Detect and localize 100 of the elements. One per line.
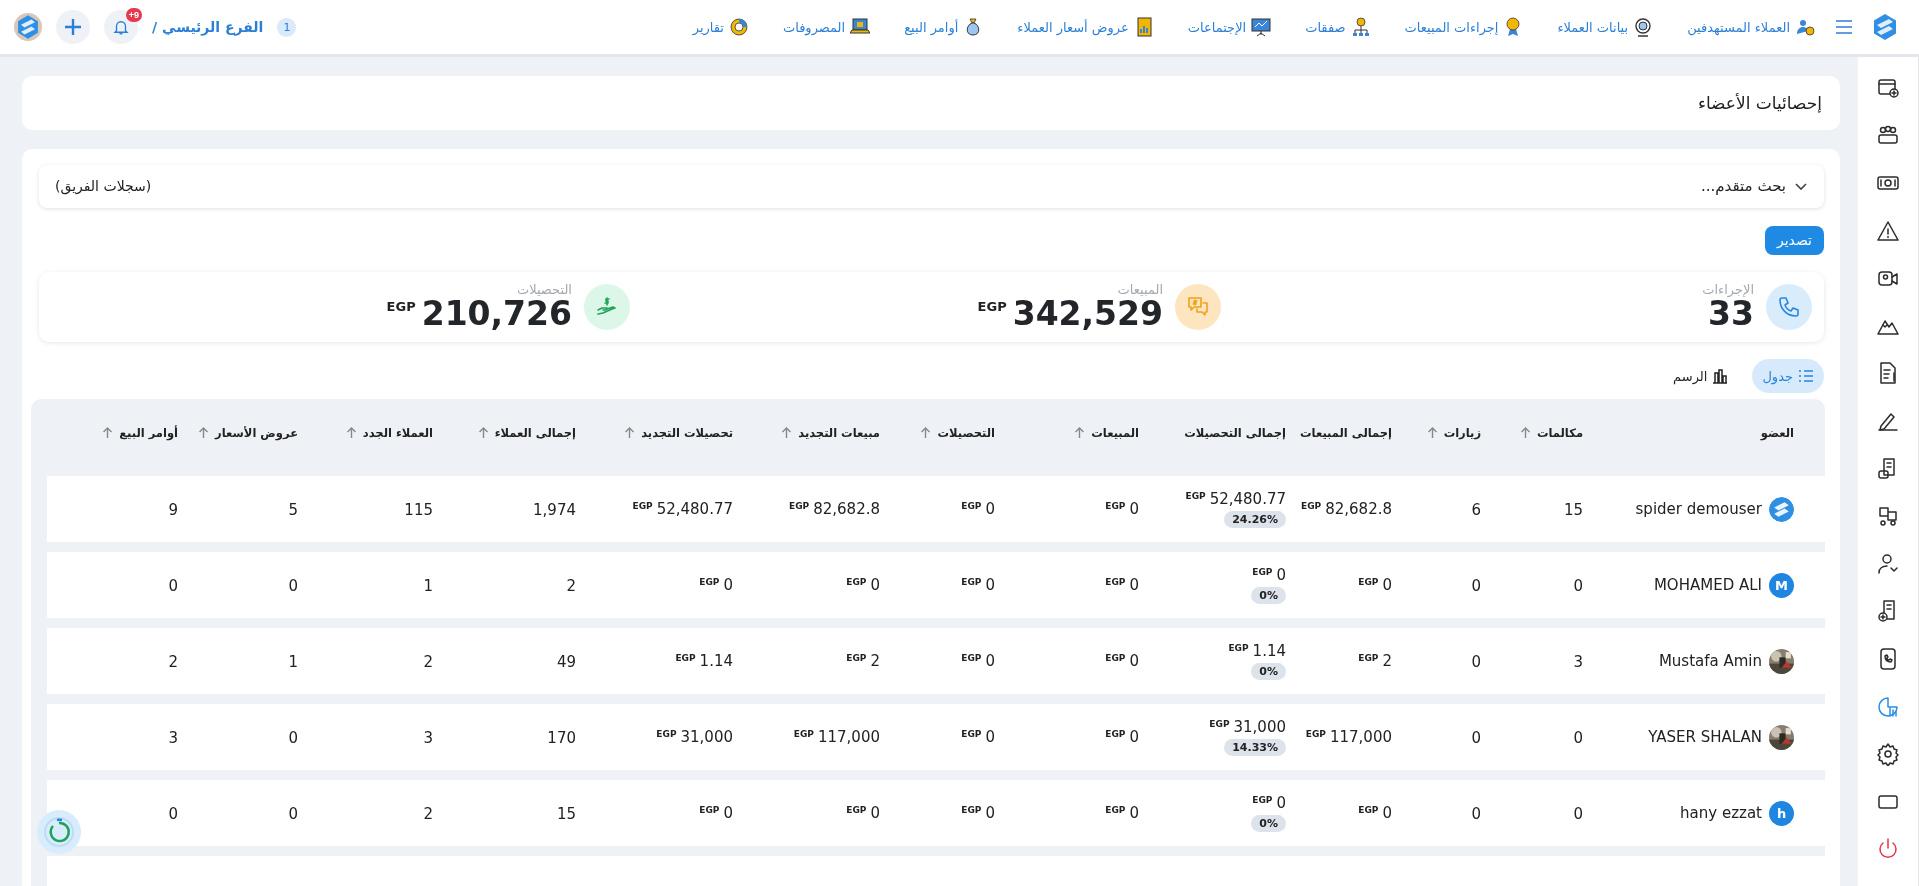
currency-label: EGP <box>1252 567 1273 577</box>
table-cell: 0 <box>1129 576 1139 594</box>
currency-label: EGP <box>1358 805 1379 815</box>
column-header[interactable]: تحصيلات التجديد <box>576 425 733 440</box>
table-cell: 0 <box>1471 728 1481 747</box>
currency-label: EGP <box>961 729 982 739</box>
table-cell: 9 <box>168 500 178 519</box>
bell-icon <box>112 18 130 36</box>
table-cell: 2 <box>1382 652 1392 670</box>
table-cell: 117,000 <box>1329 728 1392 746</box>
nav-link[interactable]: الإجتماعات <box>1187 17 1272 37</box>
branch-name[interactable]: الفرع الرئيسي / <box>152 19 264 35</box>
currency-label: EGP <box>1185 491 1206 501</box>
column-header[interactable]: زيارات <box>1392 425 1481 440</box>
currency-label: EGP <box>961 805 982 815</box>
table-cell: 0 <box>870 576 880 594</box>
sort-icon[interactable] <box>345 426 357 439</box>
sort-icon[interactable] <box>1074 426 1086 439</box>
table-cell: 2 <box>870 652 880 670</box>
currency-label: EGP <box>1358 653 1379 663</box>
sort-icon[interactable] <box>102 426 114 439</box>
sort-icon[interactable] <box>624 426 636 439</box>
currency-label: EGP <box>961 501 982 511</box>
currency-label: EGP <box>977 298 1007 314</box>
add-button[interactable] <box>56 10 90 44</box>
table-cell: 0 <box>985 804 995 822</box>
column-header[interactable]: أوامر البيع <box>59 425 178 440</box>
table-cell: 82,682.8 <box>1325 500 1392 518</box>
nav-link[interactable]: إجراءات المبيعات <box>1404 17 1524 37</box>
logo-avatar[interactable] <box>14 13 42 41</box>
table-cell: 2 <box>423 652 433 671</box>
currency-label: EGP <box>1105 501 1126 511</box>
list-icon <box>1798 368 1814 384</box>
nav-link[interactable]: تقارير <box>692 17 749 37</box>
nav-link[interactable]: العملاء المستهدفين <box>1687 17 1815 37</box>
column-header[interactable]: المبيعات <box>995 425 1139 440</box>
column-header[interactable]: مكالمات <box>1481 425 1583 440</box>
table-cell: 0 <box>288 728 298 747</box>
member-name: MOHAMED ALI <box>1653 576 1762 594</box>
percent-tag: 14.33% <box>1224 739 1286 756</box>
search-scope: (سجلات الفريق) <box>55 178 152 195</box>
currency-label: EGP <box>1228 643 1249 653</box>
table-cell: 0 <box>985 500 995 518</box>
currency-label: EGP <box>699 805 720 815</box>
stat-label: التحصيلات <box>516 281 572 297</box>
stat-label: الإجراءات <box>1702 281 1754 297</box>
donut-icon <box>728 17 749 37</box>
sort-icon[interactable] <box>1519 426 1531 439</box>
view-tab[interactable]: جدول <box>1752 359 1824 393</box>
table-cell: 2 <box>423 804 433 823</box>
logo-icon[interactable] <box>1873 14 1897 40</box>
table-cell: 0 <box>1276 566 1286 584</box>
currency-label: EGP <box>1305 729 1326 739</box>
table-cell: 31,000 <box>1233 718 1286 736</box>
column-header[interactable]: مبيعات التجديد <box>733 425 880 440</box>
loader-icon <box>36 809 82 855</box>
logo-avatar <box>1769 496 1794 522</box>
currency-label: EGP <box>699 577 720 587</box>
table-cell: 117,000 <box>817 728 880 746</box>
nav-link[interactable]: صفقات <box>1305 17 1371 37</box>
target-icon <box>1633 17 1654 37</box>
nav-link[interactable]: أوامر البيع <box>904 17 984 37</box>
table-cell: 0 <box>168 576 178 595</box>
currency-label: EGP <box>846 653 867 663</box>
sort-icon[interactable] <box>477 426 489 439</box>
currency-label: EGP <box>961 653 982 663</box>
currency-label: EGP <box>961 577 982 587</box>
table-cell: 0 <box>1573 804 1583 823</box>
table-cell: 1 <box>288 652 298 671</box>
sort-icon[interactable] <box>1426 426 1438 439</box>
nav-link[interactable]: بيانات العملاء <box>1557 17 1654 37</box>
user-coin-icon <box>1795 17 1815 37</box>
table-cell: 49 <box>556 652 576 671</box>
table-cell: 1 <box>423 576 433 595</box>
sort-icon[interactable] <box>781 426 793 439</box>
menu-icon[interactable] <box>1835 20 1853 34</box>
table-cell: 0 <box>723 576 733 594</box>
advanced-search-toggle[interactable]: بحث متقدم... <box>1701 177 1808 196</box>
table-cell: 0 <box>985 652 995 670</box>
sort-icon[interactable] <box>920 426 932 439</box>
column-header[interactable]: إجمالى العملاء <box>433 425 576 440</box>
nav-link[interactable]: المصروفات <box>782 17 871 37</box>
table-cell: 0 <box>870 804 880 822</box>
currency-label: EGP <box>1105 653 1126 663</box>
table-cell: 0 <box>1471 804 1481 823</box>
currency-label: EGP <box>386 298 416 314</box>
currency-label: EGP <box>1358 577 1379 587</box>
export-button[interactable]: تصدير <box>1765 225 1824 255</box>
column-header[interactable]: عروض الأسعار <box>178 425 298 440</box>
sort-icon[interactable] <box>198 426 210 439</box>
view-tab[interactable]: الرسم <box>1663 359 1739 393</box>
currency-label: EGP <box>1209 719 1230 729</box>
column-header: إجمالى التحصيلات <box>1183 425 1286 440</box>
nav-link[interactable]: عروض أسعار العملاء <box>1017 17 1154 37</box>
table-cell: 0 <box>1129 500 1139 518</box>
page-title: إحصائيات الأعضاء <box>1697 93 1822 113</box>
table-cell: 0 <box>1129 728 1139 746</box>
currency-label: EGP <box>1105 577 1126 587</box>
column-header[interactable]: العملاء الجدد <box>298 425 433 440</box>
column-header[interactable]: التحصيلات <box>880 425 995 440</box>
